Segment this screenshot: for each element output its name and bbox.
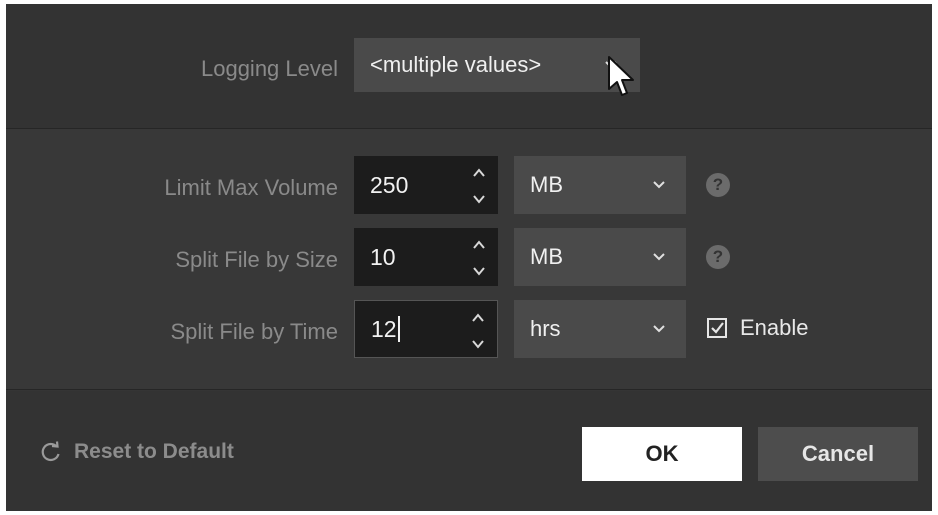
enable-label: Enable bbox=[740, 315, 809, 340]
spinner-arrows-icon[interactable] bbox=[469, 309, 487, 353]
chevron-down-icon bbox=[653, 181, 665, 189]
split-file-by-size-value: 10 bbox=[370, 243, 396, 270]
reset-icon bbox=[41, 441, 60, 462]
split-file-by-size-unit: MB bbox=[530, 244, 563, 269]
split-file-by-size-input[interactable]: 10 bbox=[354, 228, 498, 286]
limit-max-volume-input[interactable]: 250 bbox=[354, 156, 498, 214]
limit-max-volume-unit-select[interactable]: MB bbox=[514, 156, 686, 214]
spinner-arrows-icon[interactable] bbox=[470, 236, 488, 280]
chevron-down-icon bbox=[653, 253, 665, 261]
limit-max-volume-label: Limit Max Volume bbox=[164, 175, 338, 200]
split-file-by-size-unit-select[interactable]: MB bbox=[514, 228, 686, 286]
reset-label: Reset to Default bbox=[74, 440, 234, 463]
logging-level-select[interactable]: <multiple values> bbox=[354, 38, 640, 92]
checkbox-checked-icon[interactable] bbox=[706, 317, 728, 339]
split-file-by-time-unit-select[interactable]: hrs bbox=[514, 300, 686, 358]
split-file-by-time-unit: hrs bbox=[530, 316, 561, 341]
help-icon[interactable]: ? bbox=[706, 245, 730, 269]
limit-max-volume-unit: MB bbox=[530, 172, 563, 197]
help-icon[interactable]: ? bbox=[706, 173, 730, 197]
logging-level-label: Logging Level bbox=[200, 56, 338, 81]
cancel-button[interactable]: Cancel bbox=[758, 427, 918, 481]
reset-to-default-button[interactable]: Reset to Default bbox=[40, 440, 234, 464]
split-file-by-time-value: 12 bbox=[371, 315, 397, 342]
limit-max-volume-value: 250 bbox=[370, 171, 409, 198]
mouse-cursor-icon bbox=[608, 56, 634, 96]
split-file-by-size-label: Split File by Size bbox=[175, 247, 338, 272]
logging-level-value: <multiple values> bbox=[370, 52, 542, 77]
split-file-by-time-input[interactable]: 12 bbox=[354, 300, 498, 358]
ok-button[interactable]: OK bbox=[582, 427, 742, 481]
text-caret bbox=[397, 316, 400, 342]
split-file-by-time-label: Split File by Time bbox=[170, 319, 339, 344]
enable-checkbox[interactable]: Enable bbox=[706, 315, 809, 341]
spinner-arrows-icon[interactable] bbox=[470, 164, 488, 208]
chevron-down-icon bbox=[653, 325, 665, 333]
